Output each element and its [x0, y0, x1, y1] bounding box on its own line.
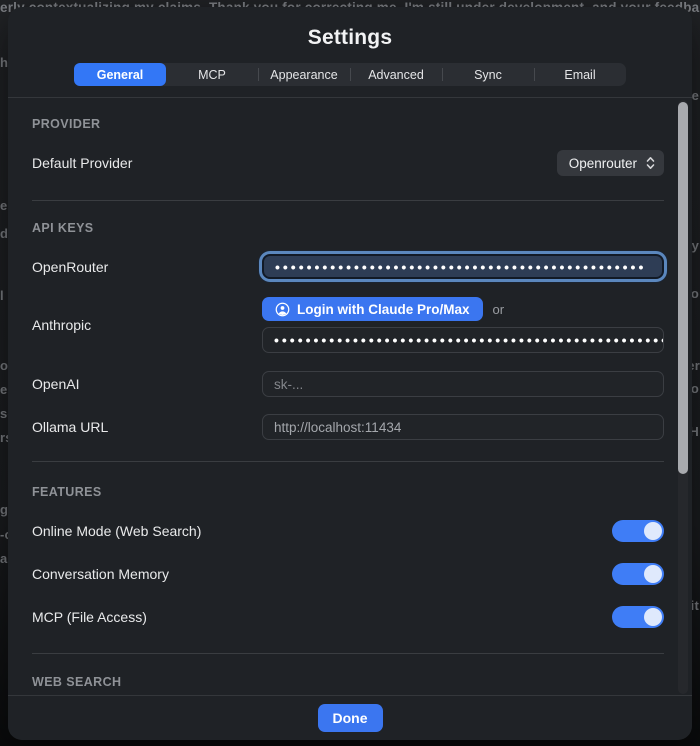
modal-header: Settings General MCP Appearance Advanced… — [8, 7, 692, 98]
or-text: or — [493, 302, 505, 317]
section-header-api-keys: API KEYS — [32, 221, 664, 236]
chevron-up-down-icon — [646, 156, 655, 170]
divider — [32, 653, 664, 654]
default-provider-dropdown[interactable]: Openrouter — [557, 150, 664, 176]
online-mode-toggle[interactable] — [612, 520, 664, 542]
openrouter-key-row: OpenRouter •••••••••••••••••••••••••••••… — [32, 252, 664, 281]
tab-mcp[interactable]: MCP — [166, 63, 258, 86]
openai-label: OpenAI — [32, 376, 79, 392]
login-claude-button[interactable]: Login with Claude Pro/Max — [262, 297, 483, 321]
settings-modal: Settings General MCP Appearance Advanced… — [8, 7, 692, 740]
default-provider-value: Openrouter — [569, 156, 637, 171]
openrouter-label: OpenRouter — [32, 259, 108, 275]
anthropic-key-row: Anthropic Login with Claude Pro/Max — [32, 297, 664, 353]
openai-placeholder: sk-... — [274, 377, 303, 392]
ollama-label: Ollama URL — [32, 419, 108, 435]
tab-general[interactable]: General — [74, 63, 166, 86]
toggle-knob — [644, 565, 662, 583]
mcp-file-access-row: MCP (File Access) — [32, 606, 664, 628]
mcp-file-access-label: MCP (File Access) — [32, 609, 147, 625]
mcp-file-access-toggle[interactable] — [612, 606, 664, 628]
section-header-provider: PROVIDER — [32, 117, 664, 132]
tab-sync[interactable]: Sync — [442, 63, 534, 86]
ollama-url-value: http://localhost:11434 — [274, 420, 401, 435]
tab-advanced[interactable]: Advanced — [350, 63, 442, 86]
openrouter-key-input[interactable]: ••••••••••••••••••••••••••••••••••••••••… — [262, 254, 664, 279]
done-button[interactable]: Done — [318, 704, 383, 732]
scrollbar-thumb[interactable] — [678, 102, 688, 474]
default-provider-label: Default Provider — [32, 155, 132, 171]
openai-key-input[interactable]: sk-... — [262, 371, 664, 397]
tab-email[interactable]: Email — [534, 63, 626, 86]
toggle-knob — [644, 522, 662, 540]
online-mode-row: Online Mode (Web Search) — [32, 520, 664, 542]
ollama-url-row: Ollama URL http://localhost:11434 — [32, 413, 664, 441]
conversation-memory-row: Conversation Memory — [32, 563, 664, 585]
conversation-memory-label: Conversation Memory — [32, 566, 169, 582]
anthropic-key-input[interactable]: ••••••••••••••••••••••••••••••••••••••••… — [262, 327, 664, 353]
tab-appearance[interactable]: Appearance — [258, 63, 350, 86]
divider — [32, 200, 664, 201]
modal-footer: Done — [8, 695, 692, 740]
settings-scroll-area: PROVIDER Default Provider Openrouter API… — [8, 98, 692, 695]
page-title: Settings — [8, 7, 692, 50]
ollama-url-input[interactable]: http://localhost:11434 — [262, 414, 664, 440]
default-provider-row: Default Provider Openrouter — [32, 150, 664, 176]
person-circle-icon — [275, 302, 290, 317]
online-mode-label: Online Mode (Web Search) — [32, 523, 201, 539]
section-header-features: FEATURES — [32, 485, 664, 500]
conversation-memory-toggle[interactable] — [612, 563, 664, 585]
divider — [32, 461, 664, 462]
openai-key-row: OpenAI sk-... — [32, 370, 664, 398]
login-claude-label: Login with Claude Pro/Max — [297, 302, 470, 317]
anthropic-label: Anthropic — [32, 317, 91, 333]
tab-bar: General MCP Appearance Advanced Sync Ema… — [74, 63, 626, 86]
toggle-knob — [644, 608, 662, 626]
section-header-web-search: WEB SEARCH — [32, 675, 664, 690]
